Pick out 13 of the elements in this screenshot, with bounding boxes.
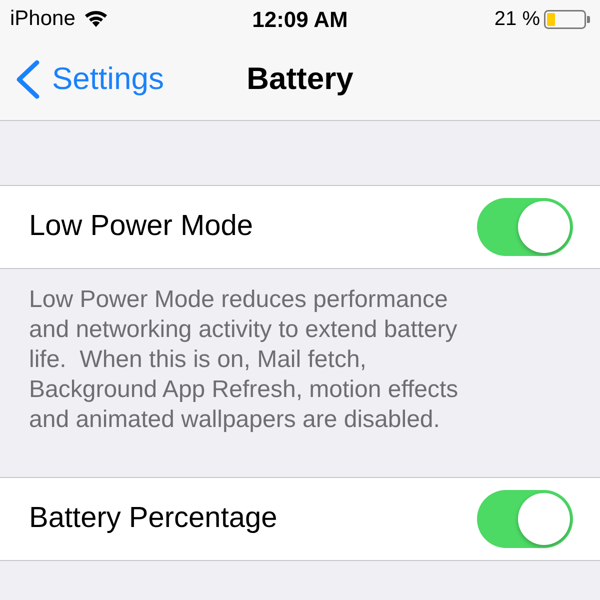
section-footer-text: Low Power Mode reduces performance and networking activity to extend battery life. When this is on, Mail fetch, Background App Refresh, motion effects and animated wallpapers are disabled. (29, 285, 460, 435)
wifi-icon (85, 11, 108, 27)
carrier-name: iPhone (10, 6, 76, 32)
row-label: Battery Percentage (29, 501, 278, 536)
toggle-switch[interactable] (477, 198, 573, 256)
battery-icon (544, 10, 590, 28)
chevron-left-icon (15, 60, 40, 98)
battery-percent: 21 % (494, 7, 540, 32)
status-time: 12:09 AM (252, 6, 348, 34)
row-label: Low Power Mode (29, 209, 254, 244)
back-button[interactable]: Settings (0, 56, 164, 102)
page-title: Battery (246, 60, 354, 98)
toggle-switch[interactable] (477, 490, 573, 548)
